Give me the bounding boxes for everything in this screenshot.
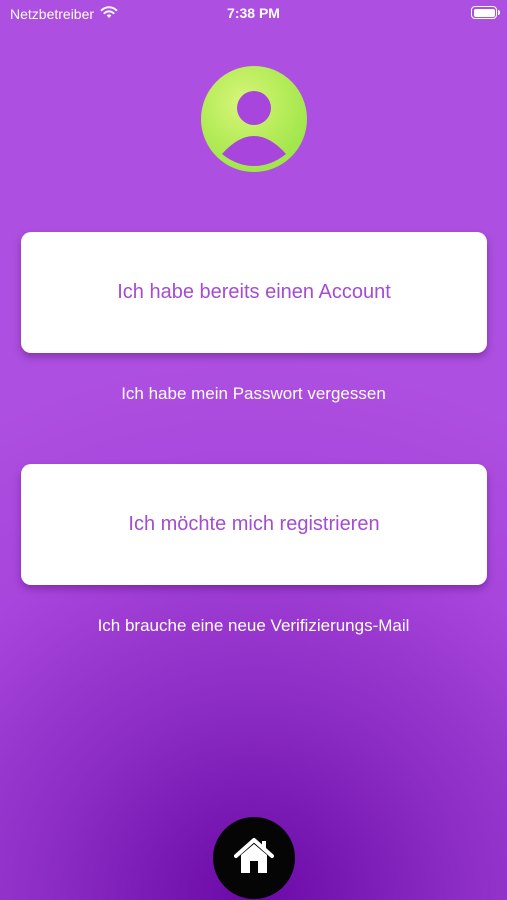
existing-account-label: Ich habe bereits einen Account (117, 281, 391, 303)
status-bar: Netzbetreiber 7:38 PM (0, 0, 507, 28)
resend-verification-link[interactable]: Ich brauche eine neue Verifizierungs-Mai… (0, 616, 507, 636)
user-avatar-icon (201, 66, 307, 172)
battery-level (473, 8, 495, 17)
battery-icon (471, 6, 500, 19)
register-label: Ich möchte mich registrieren (128, 513, 380, 535)
home-icon (232, 836, 276, 881)
home-button[interactable] (213, 817, 295, 899)
register-button[interactable]: Ich möchte mich registrieren (21, 464, 487, 585)
status-time: 7:38 PM (227, 5, 280, 21)
forgot-password-link[interactable]: Ich habe mein Passwort vergessen (0, 384, 507, 404)
existing-account-button[interactable]: Ich habe bereits einen Account (21, 232, 487, 353)
